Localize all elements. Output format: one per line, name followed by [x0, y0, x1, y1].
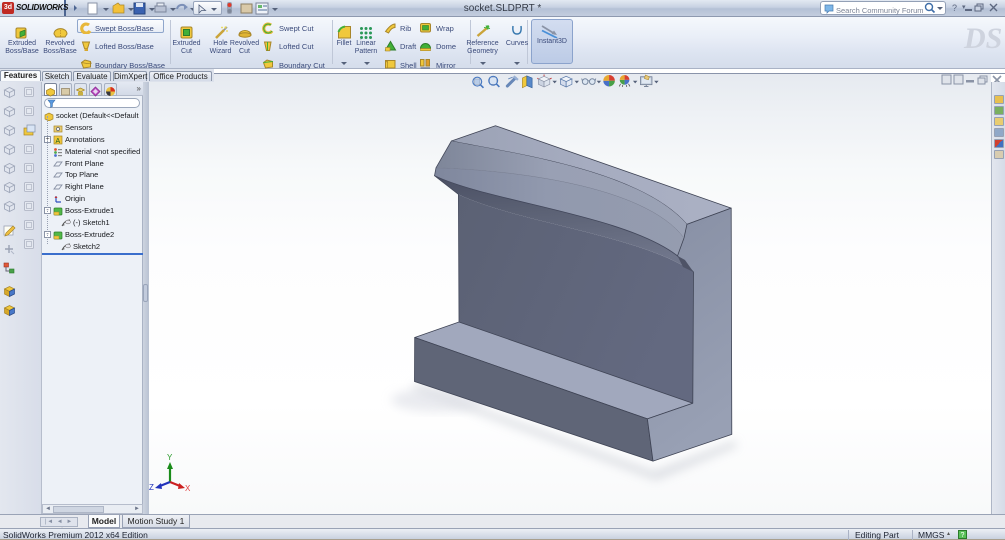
svg-text:Z: Z [149, 483, 154, 492]
svg-text:A: A [56, 138, 61, 145]
svg-text:X: X [185, 484, 191, 493]
svg-text:Y: Y [167, 453, 173, 462]
